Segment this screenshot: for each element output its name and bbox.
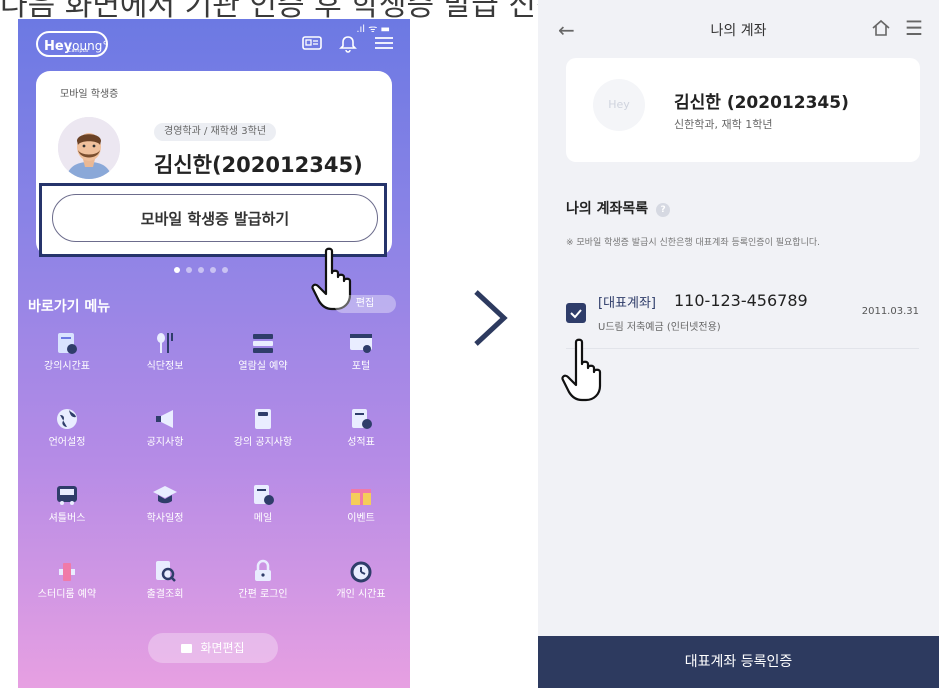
status-bar: .ıl ᯤ ▬ <box>356 24 390 35</box>
check-icon <box>570 309 582 319</box>
menu-item-reading-room[interactable]: 열람실 예약 <box>214 331 312 373</box>
mail-icon <box>254 485 274 505</box>
menu-item-event[interactable]: 이벤트 <box>312 483 410 525</box>
graduation-cap-icon <box>153 486 177 504</box>
carousel-dots <box>174 267 228 273</box>
menu-item-label: 개인 시간표 <box>336 589 386 600</box>
profile-card: Hey 김신한 (202012345) 신한학과, 재학 1학년 <box>566 58 920 162</box>
menu-icon[interactable] <box>374 35 394 51</box>
header-icons <box>302 35 394 53</box>
carousel-dot[interactable] <box>222 267 228 273</box>
menu-item-lecture-notice[interactable]: 강의 공지사항 <box>214 407 312 449</box>
logo-sub: Campus <box>68 48 89 54</box>
menu-item-label: 이벤트 <box>347 513 375 524</box>
list-icon <box>253 334 273 353</box>
account-number: 110-123-456789 <box>674 291 808 310</box>
menu-item-label: 열람실 예약 <box>238 361 288 372</box>
menu-item-portal[interactable]: 포털 <box>312 331 410 373</box>
megaphone-icon <box>156 410 173 428</box>
avatar <box>58 117 120 179</box>
menu-item-easy-login[interactable]: 간편 로그인 <box>214 559 312 601</box>
globe-icon <box>57 409 77 429</box>
menu-item-academic-calendar[interactable]: 학사일정 <box>116 483 214 525</box>
timetable-icon <box>58 333 77 354</box>
help-icon[interactable]: ? <box>656 203 671 217</box>
carousel-dot[interactable] <box>198 267 204 273</box>
menu-item-attendance[interactable]: 출결조회 <box>116 559 214 601</box>
carousel-dot[interactable] <box>174 267 180 273</box>
lecture-notice-icon <box>255 409 271 429</box>
menu-item-label: 학사일정 <box>146 513 184 524</box>
register-account-button[interactable]: 대표계좌 등록인증 <box>538 636 939 688</box>
menu-item-study-room[interactable]: 스터디룸 예약 <box>18 559 116 601</box>
student-id-card: 모바일 학생증 경영학과 / 재학생 3학년 김신한(202012345) 모바… <box>36 71 392 257</box>
app-logo[interactable]: Heyoung° Campus <box>36 31 108 57</box>
study-room-icon <box>59 563 75 581</box>
menu-item-label: 언어설정 <box>48 437 86 448</box>
menu-item-label: 메일 <box>253 513 273 524</box>
menu-item-label: 출결조회 <box>146 589 184 600</box>
account-type: [대표계좌] <box>598 296 656 311</box>
right-phone-screen: ← 나의 계좌 ☰ Hey 김신한 (202012345) 신한학과, 재학 1… <box>538 0 939 688</box>
carousel-dot[interactable] <box>210 267 216 273</box>
menu-item-label: 식단정보 <box>146 361 184 372</box>
edit-screen-label: 화면편집 <box>200 641 245 655</box>
gift-icon <box>351 489 371 505</box>
profile-dept: 신한학과, 재학 1학년 <box>674 118 773 131</box>
edit-screen-button[interactable]: 화면편집 <box>148 633 278 663</box>
menu-item-label: 스터디룸 예약 <box>37 589 97 600</box>
card-title: 모바일 학생증 <box>60 89 119 100</box>
profile-name: 김신한 (202012345) <box>674 93 849 113</box>
home-icon[interactable] <box>871 18 891 38</box>
menu-item-grades[interactable]: 성적표 <box>312 407 410 449</box>
accounts-note: ※ 모바일 학생증 발급시 신한은행 대표계좌 등록인증이 필요합니다. <box>566 238 820 248</box>
bus-icon <box>57 486 77 505</box>
menu-item-label: 간편 로그인 <box>238 589 288 600</box>
alarm-clock-icon <box>350 561 372 583</box>
edit-button[interactable]: 편집 <box>334 295 396 313</box>
menu-item-label: 성적표 <box>347 437 375 448</box>
lock-icon <box>255 559 271 581</box>
account-date: 2011.03.31 <box>861 306 919 317</box>
left-phone-screen: .ıl ᯤ ▬ Heyoung° Campus 모바일 학생증 경영학과 / 재… <box>18 19 410 688</box>
profile-logo: Hey <box>593 79 645 131</box>
issue-student-id-button[interactable]: 모바일 학생증 발급하기 <box>52 194 378 242</box>
chevron-right-icon <box>474 290 508 346</box>
menu-item-shuttle[interactable]: 셔틀버스 <box>18 483 116 525</box>
pointer-hand-icon <box>561 338 602 402</box>
menu-item-label: 공지사항 <box>146 437 184 448</box>
menu-icon[interactable]: ☰ <box>905 16 923 40</box>
account-product: U드림 저축예금 (인터넷전용) <box>598 322 721 333</box>
menu-item-label: 강의시간표 <box>44 361 90 372</box>
carousel-dot[interactable] <box>186 267 192 273</box>
menu-item-meal[interactable]: 식단정보 <box>116 331 214 373</box>
dept-pill: 경영학과 / 재학생 3학년 <box>154 123 277 141</box>
bell-icon[interactable] <box>338 35 358 53</box>
edit-screen-icon <box>181 644 193 653</box>
attendance-search-icon <box>156 561 176 582</box>
menu-item-language[interactable]: 언어설정 <box>18 407 116 449</box>
menu-item-label: 셔틀버스 <box>48 513 86 524</box>
menu-item-notice[interactable]: 공지사항 <box>116 407 214 449</box>
accounts-header-label: 나의 계좌목록 <box>566 201 649 217</box>
menu-item-mail[interactable]: 메일 <box>214 483 312 525</box>
grade-report-icon <box>352 409 372 429</box>
divider <box>566 348 919 349</box>
menu-item-timetable[interactable]: 강의시간표 <box>18 331 116 373</box>
accounts-header: 나의 계좌목록? <box>566 198 671 218</box>
id-card-icon[interactable] <box>302 35 322 51</box>
account-checkbox[interactable] <box>566 303 586 323</box>
cutlery-icon <box>157 333 173 353</box>
menu-item-personal-timetable[interactable]: 개인 시간표 <box>312 559 410 601</box>
menu-item-label: 포털 <box>351 361 371 372</box>
student-name: 김신한(202012345) <box>154 153 363 177</box>
menu-item-label: 강의 공지사항 <box>233 437 293 448</box>
portal-icon <box>350 334 372 353</box>
quick-menu-title: 바로가기 메뉴 <box>28 299 111 315</box>
